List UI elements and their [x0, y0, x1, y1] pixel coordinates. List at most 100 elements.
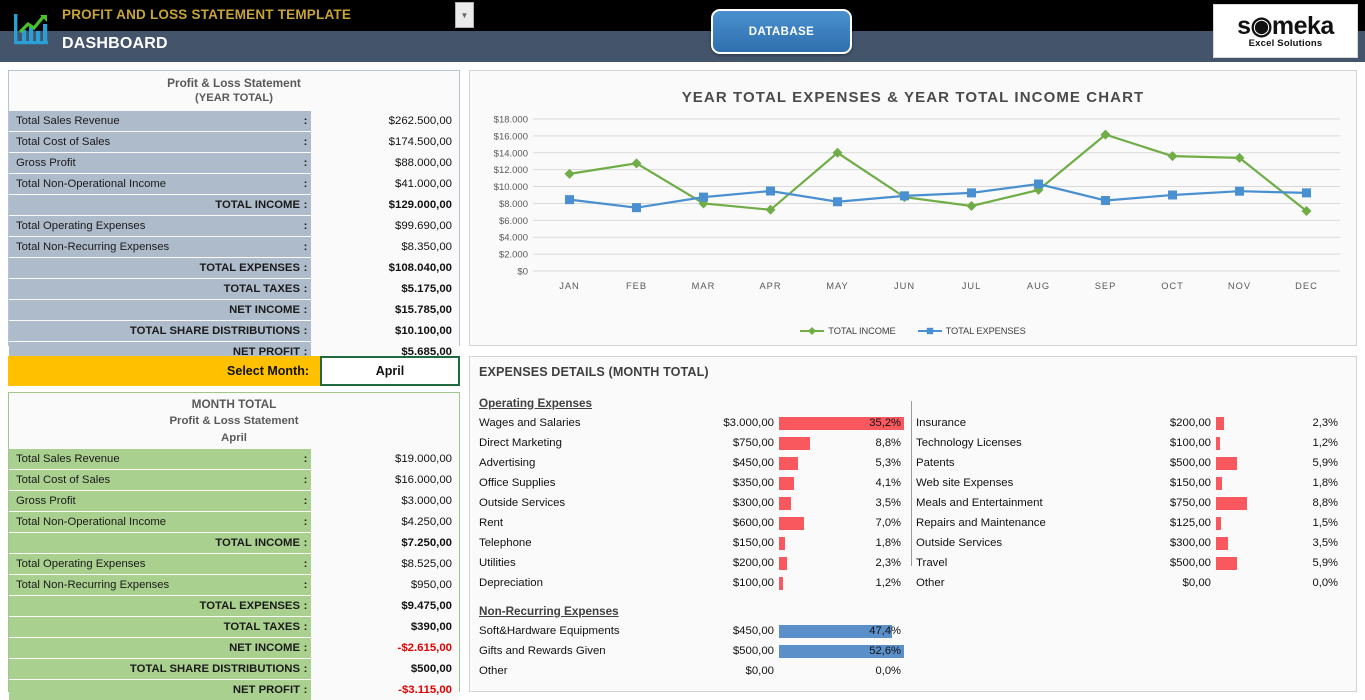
expense-name: Other	[479, 665, 709, 677]
data-point-marker	[766, 186, 775, 195]
expense-percent: 8,8%	[1216, 497, 1338, 509]
y-axis-tick-label: $2.000	[499, 250, 528, 261]
expense-percent: 4,1%	[779, 477, 901, 489]
row-value: $390,00	[311, 617, 459, 637]
expense-amount: $150,00	[1121, 477, 1211, 489]
right-column-spacer	[916, 393, 1348, 413]
table-row: TOTAL INCOME:$129.000,00	[9, 195, 459, 215]
list-item: Repairs and Maintenance$125,001,5%	[916, 513, 1348, 533]
row-value: $19.000,00	[311, 449, 459, 469]
select-month-dropdown-arrow[interactable]: ▼	[455, 2, 474, 28]
non-recurring-rows: Soft&Hardware Equipments$450,0047,4%Gift…	[479, 621, 909, 681]
row-label: TOTAL TAXES	[9, 279, 300, 299]
non-recurring-expenses-heading: Non-Recurring Expenses	[479, 605, 619, 618]
expense-amount: $200,00	[684, 557, 774, 569]
row-value: $129.000,00	[311, 195, 459, 215]
expense-percent: 8,8%	[779, 437, 901, 449]
expense-amount: $200,00	[1121, 417, 1211, 429]
table-row: NET INCOME:-$2.615,00	[9, 638, 459, 658]
bar-chart-logo-icon	[10, 8, 54, 52]
database-button[interactable]: DATABASE	[711, 9, 852, 54]
data-point-marker	[967, 188, 976, 197]
row-label: NET PROFIT	[9, 680, 300, 700]
row-label: Total Non-Operational Income	[9, 174, 300, 194]
x-axis-tick-label: NOV	[1228, 281, 1251, 291]
expense-amount: $450,00	[684, 457, 774, 469]
select-month-input[interactable]: April	[320, 356, 460, 386]
line-chart-svg: $0$2.000$4.000$6.000$8.000$10.000$12.000…	[470, 111, 1356, 306]
row-colon: :	[300, 470, 311, 490]
expense-amount: $750,00	[684, 437, 774, 449]
row-colon: :	[300, 449, 311, 469]
row-label: TOTAL INCOME	[9, 195, 300, 215]
expense-percent: 0,0%	[1216, 577, 1338, 589]
table-row: TOTAL TAXES:$5.175,00	[9, 279, 459, 299]
data-point-marker	[967, 201, 977, 211]
expense-percent: 35,2%	[779, 417, 901, 429]
year-statement-rows: Total Sales Revenue:$262.500,00Total Cos…	[9, 111, 459, 362]
row-label: TOTAL SHARE DISTRIBUTIONS	[9, 321, 300, 341]
data-point-marker	[565, 169, 575, 179]
row-label: Total Non-Operational Income	[9, 512, 300, 532]
expense-percent: 1,8%	[779, 537, 901, 549]
list-item: Outside Services$300,003,5%	[479, 493, 909, 513]
operating-expenses-right-column: Insurance$200,00 2,3% Technology Licenses $…	[916, 393, 1348, 593]
data-point-marker	[632, 158, 642, 168]
expenses-details-title: EXPENSES DETAILS (MONTH TOTAL)	[479, 365, 709, 379]
expense-name: Technology Licenses	[916, 437, 1146, 449]
y-axis-tick-label: $14.000	[494, 148, 528, 159]
list-item: Meals and Entertainment$750,008,8%	[916, 493, 1348, 513]
row-colon: :	[300, 680, 311, 700]
expense-percent: 5,9%	[1216, 457, 1338, 469]
data-point-marker	[699, 193, 708, 202]
expense-name: Soft&Hardware Equipments	[479, 625, 709, 637]
table-row: Total Cost of Sales:$174.500,00	[9, 132, 459, 152]
row-colon: :	[300, 111, 311, 131]
expense-name: Web site Expenses	[916, 477, 1146, 489]
row-value: $15.785,00	[311, 300, 459, 320]
operating-expenses-heading: Operating Expenses	[479, 397, 592, 410]
expense-percent: 2,3%	[1216, 417, 1338, 429]
table-row: Total Non-Recurring Expenses:$8.350,00	[9, 237, 459, 257]
row-value: $10.100,00	[311, 321, 459, 341]
row-label: Total Sales Revenue	[9, 111, 300, 131]
legend-item-total-income: TOTAL INCOME	[800, 326, 895, 336]
expense-percent: 5,9%	[1216, 557, 1338, 569]
expense-name: Insurance	[916, 417, 1146, 429]
row-colon: :	[300, 321, 311, 341]
year-statement-title: Profit & Loss Statement	[167, 76, 301, 91]
table-row: TOTAL EXPENSES:$9.475,00	[9, 596, 459, 616]
table-row: Total Operating Expenses:$99.690,00	[9, 216, 459, 236]
expense-amount: $500,00	[1121, 557, 1211, 569]
row-colon: :	[300, 491, 311, 511]
y-axis-tick-label: $12.000	[494, 165, 528, 176]
list-item: Soft&Hardware Equipments$450,0047,4%	[479, 621, 909, 641]
row-label: NET INCOME	[9, 638, 300, 658]
legend-label-expenses: TOTAL EXPENSES	[946, 326, 1026, 336]
dashboard-app: PROFIT AND LOSS STATEMENT TEMPLATE DASHB…	[0, 0, 1365, 700]
operating-expenses-heading-row: Operating Expenses	[479, 393, 909, 413]
expense-name: Wages and Salaries	[479, 417, 709, 429]
expense-amount: $300,00	[684, 497, 774, 509]
chart-plot-area: $0$2.000$4.000$6.000$8.000$10.000$12.000…	[470, 111, 1356, 306]
y-axis-tick-label: $16.000	[494, 131, 528, 142]
expense-name: Travel	[916, 557, 1146, 569]
y-axis-tick-label: $8.000	[499, 199, 528, 210]
x-axis-tick-label: DEC	[1295, 281, 1318, 291]
row-colon: :	[300, 575, 311, 595]
non-recurring-expenses-section: Non-Recurring Expenses Soft&Hardware Equ…	[479, 601, 909, 681]
expense-name: Other	[916, 577, 1146, 589]
row-label: NET INCOME	[9, 300, 300, 320]
expense-amount: $500,00	[684, 645, 774, 657]
brand-o-icon: ◉	[1251, 14, 1272, 38]
month-statement-month: April	[221, 430, 247, 447]
row-value: $7.250,00	[311, 533, 459, 553]
row-label: TOTAL EXPENSES	[9, 258, 300, 278]
row-label: Total Cost of Sales	[9, 132, 300, 152]
row-colon: :	[300, 237, 311, 257]
year-statement-header: Profit & Loss Statement (YEAR TOTAL)	[9, 71, 459, 111]
month-total-statement-panel: MONTH TOTAL Profit & Loss Statement Apri…	[8, 392, 460, 692]
table-row: Total Non-Operational Income:$41.000,00	[9, 174, 459, 194]
expense-amount: $3.000,00	[684, 417, 774, 429]
list-item: Office Supplies$350,004,1%	[479, 473, 909, 493]
